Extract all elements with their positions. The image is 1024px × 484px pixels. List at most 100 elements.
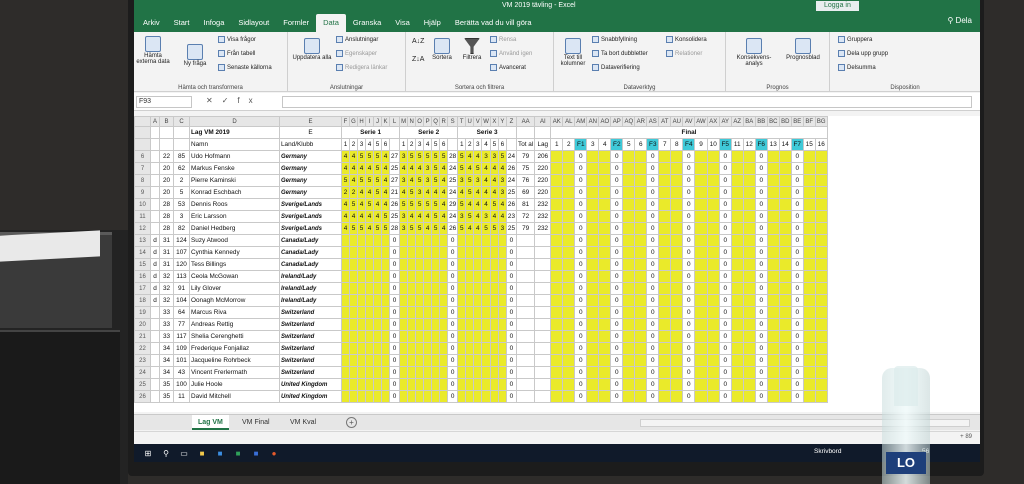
cell[interactable] (534, 126, 552, 139)
final-score-cell[interactable] (766, 294, 780, 307)
final-score-cell[interactable] (550, 162, 564, 175)
score-cell[interactable] (481, 294, 491, 307)
cell[interactable] (150, 138, 160, 151)
score-cell[interactable] (457, 258, 467, 271)
score-cell[interactable]: 4 (481, 174, 491, 187)
final-score-cell[interactable] (562, 258, 576, 271)
final-sum-cell[interactable]: 0 (574, 162, 588, 175)
final-sum-cell[interactable]: 0 (682, 330, 696, 343)
serie-total[interactable]: 26 (388, 198, 401, 211)
cell-c[interactable]: 120 (173, 258, 190, 271)
final-sum-cell[interactable]: 0 (754, 246, 768, 259)
final-score-cell[interactable] (598, 306, 612, 319)
final-sum-cell[interactable]: 0 (682, 222, 696, 235)
score-cell[interactable] (489, 270, 499, 283)
score-cell[interactable] (381, 366, 390, 379)
final-score-cell[interactable] (694, 258, 708, 271)
final-sum-cell[interactable]: 0 (718, 330, 732, 343)
score-cell[interactable]: 5 (341, 174, 350, 187)
score-cell[interactable]: 3 (399, 174, 409, 187)
serie-total[interactable]: 0 (505, 306, 518, 319)
row-header[interactable]: 11 (134, 210, 151, 223)
final-score-cell[interactable] (706, 378, 720, 391)
score-cell[interactable] (407, 330, 417, 343)
score-cell[interactable]: 5 (357, 174, 366, 187)
cell-b[interactable]: 31 (159, 258, 174, 271)
score-cell[interactable] (439, 330, 449, 343)
final-score-cell[interactable] (622, 366, 636, 379)
score-cell[interactable] (489, 294, 499, 307)
final-sum-cell[interactable]: 0 (790, 294, 804, 307)
final-score-cell[interactable] (634, 174, 648, 187)
final-score-cell[interactable] (814, 210, 828, 223)
score-cell[interactable]: 4 (381, 150, 390, 163)
tab-arkiv[interactable]: Arkiv (136, 14, 167, 32)
score-cell[interactable] (349, 246, 358, 259)
column-header[interactable]: AT (658, 116, 672, 127)
score-cell[interactable] (381, 330, 390, 343)
column-header[interactable]: E (279, 116, 342, 127)
serie-round-number[interactable]: 3 (357, 138, 366, 151)
final-score-cell[interactable] (802, 210, 816, 223)
lag-score[interactable]: 232 (534, 198, 552, 211)
final-score-cell[interactable] (622, 282, 636, 295)
player-country[interactable]: Germany (279, 186, 342, 199)
score-cell[interactable] (373, 270, 382, 283)
final-score-cell[interactable] (778, 222, 792, 235)
player-country[interactable]: Ireland/Lady (279, 294, 342, 307)
score-cell[interactable]: 5 (439, 150, 449, 163)
final-score-cell[interactable] (742, 246, 756, 259)
score-cell[interactable]: 4 (473, 150, 483, 163)
score-cell[interactable] (423, 234, 433, 247)
cell-b[interactable]: 33 (159, 318, 174, 331)
player-name[interactable]: Cynthia Kennedy (189, 246, 280, 259)
final-score-cell[interactable] (622, 234, 636, 247)
total-score[interactable] (515, 306, 536, 319)
final-score-cell[interactable] (670, 294, 684, 307)
final-score-cell[interactable] (634, 294, 648, 307)
serie-total[interactable]: 0 (505, 390, 518, 403)
final-sum-cell[interactable]: 0 (754, 378, 768, 391)
final-score-cell[interactable] (658, 270, 672, 283)
final-score-cell[interactable] (658, 210, 672, 223)
final-score-cell[interactable] (730, 150, 744, 163)
cell-b[interactable]: 28 (159, 198, 174, 211)
final-sum-cell[interactable]: 0 (682, 318, 696, 331)
final-sum-cell[interactable]: 0 (718, 150, 732, 163)
score-cell[interactable]: 4 (431, 186, 441, 199)
final-score-cell[interactable] (670, 282, 684, 295)
total-score[interactable]: 79 (515, 222, 536, 235)
final-sum-cell[interactable]: 0 (610, 174, 624, 187)
cell-c[interactable]: 109 (173, 342, 190, 355)
final-sum-cell[interactable]: 0 (754, 330, 768, 343)
serie-total[interactable]: 0 (505, 342, 518, 355)
score-cell[interactable] (423, 270, 433, 283)
score-cell[interactable] (381, 258, 390, 271)
final-score-cell[interactable] (778, 210, 792, 223)
lag-score[interactable] (534, 294, 552, 307)
score-cell[interactable] (365, 390, 374, 403)
serie-total[interactable]: 0 (505, 234, 518, 247)
final-score-cell[interactable] (730, 270, 744, 283)
final-sum-cell[interactable]: 0 (718, 234, 732, 247)
serie-total[interactable]: 0 (505, 378, 518, 391)
serie-total[interactable]: 0 (388, 318, 401, 331)
final-score-cell[interactable] (598, 186, 612, 199)
score-cell[interactable] (373, 366, 382, 379)
lag-score[interactable] (534, 366, 552, 379)
player-country[interactable]: Germany (279, 162, 342, 175)
final-round-header[interactable]: 4 (598, 138, 612, 151)
final-sum-cell[interactable]: 0 (754, 354, 768, 367)
final-score-cell[interactable] (802, 342, 816, 355)
final-sum-cell[interactable]: 0 (574, 366, 588, 379)
final-score-cell[interactable] (622, 342, 636, 355)
row-header[interactable]: 8 (134, 174, 151, 187)
score-cell[interactable] (473, 234, 483, 247)
final-score-cell[interactable] (694, 186, 708, 199)
score-cell[interactable] (465, 330, 475, 343)
score-cell[interactable] (423, 330, 433, 343)
chrome-icon[interactable]: ● (268, 447, 280, 459)
final-score-cell[interactable] (814, 282, 828, 295)
score-cell[interactable]: 3 (481, 210, 491, 223)
row-header[interactable]: 21 (134, 330, 151, 343)
